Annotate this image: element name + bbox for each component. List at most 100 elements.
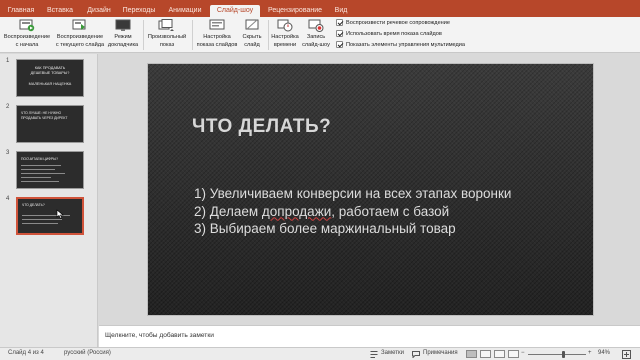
slide-editor: ЧТО ДЕЛАТЬ? 1) Увеличиваем конверсии на … (99, 54, 640, 325)
play-from-current-label-2: с текущего слайда (55, 42, 105, 49)
current-slide[interactable]: ЧТО ДЕЛАТЬ? 1) Увеличиваем конверсии на … (148, 64, 593, 315)
tab-review[interactable]: Рецензирование (264, 5, 326, 17)
play-from-current-label-1: Воспроизведение (56, 34, 104, 40)
thumb-3-line: ПОСЧИТАЕМ ЦИФРЫ? (21, 157, 59, 161)
ribbon-tab-bar: Главная Вставка Дизайн Переходы Анимации… (0, 5, 640, 17)
bullet-1: 1) Увеличиваем конверсии на всех этапах … (194, 185, 511, 203)
rehearse-timings-button[interactable]: Настройка времени (270, 19, 300, 51)
normal-view-button[interactable] (466, 350, 477, 358)
record-show-label-2: слайд-шоу (302, 42, 330, 49)
slide-number: 4 (6, 196, 10, 202)
ribbon-slideshow: Воспроизведение с начала Воспроизведение… (0, 17, 640, 53)
tab-insert[interactable]: Вставка (44, 5, 76, 17)
ribbon-divider (192, 20, 193, 50)
presenter-view-label-2: докладчика (107, 42, 139, 49)
comment-icon (412, 351, 420, 358)
thumb-2-line: ЧТО ЛУЧШЕ: НЕ НУЖНО (21, 111, 62, 115)
zoom-in-button[interactable]: + (588, 350, 592, 356)
slide-number: 2 (6, 104, 10, 110)
play-from-current-button[interactable]: Воспроизведение с текущего слайда (54, 19, 106, 51)
setup-show-icon (209, 19, 225, 30)
fit-to-window-icon[interactable] (622, 350, 631, 359)
thumb-3-text-line (21, 165, 61, 166)
slide-number: 1 (6, 58, 10, 64)
thumb-3-text-line (21, 177, 51, 178)
record-show-label-1: Запись (306, 34, 326, 40)
play-from-start-button[interactable]: Воспроизведение с начала (2, 19, 52, 51)
hide-slide-label-2: слайд (244, 42, 260, 49)
narration-checkbox[interactable] (336, 19, 343, 26)
presenter-view-icon (115, 19, 131, 31)
custom-show-icon (158, 19, 174, 31)
hide-slide-label-1: Скрыть (242, 34, 262, 40)
media-controls-checkbox[interactable] (336, 41, 343, 48)
slide-thumbnail-panel: 1 КАК ПРОДАВАТЬ ДЕШЕВЫЕ ТОВАРЫ? МАЛЕНЬКА… (0, 54, 98, 347)
tab-home[interactable]: Главная (6, 5, 36, 17)
ribbon-divider (143, 20, 144, 50)
setup-show-button[interactable]: Настройка показа слайдов (194, 19, 240, 51)
presenter-view-label-1: Режим (114, 34, 132, 40)
slide-number: 3 (6, 150, 10, 156)
media-controls-label: Показать элементы управления мультимедиа (346, 41, 466, 48)
timings-label: Использовать время показа слайдов (346, 30, 442, 37)
narration-label: Воспроизвести речевое сопровождение (346, 19, 451, 26)
thumb-1-line: ДЕШЕВЫЕ ТОВАРЫ? (30, 71, 70, 75)
thumb-1-line: КАК ПРОДАВАТЬ (34, 66, 66, 70)
slide-title[interactable]: ЧТО ДЕЛАТЬ? (192, 116, 331, 138)
comments-toggle-button[interactable]: Примечания (423, 350, 458, 356)
record-show-button[interactable]: Запись слайд-шоу (300, 19, 332, 51)
play-from-start-label-2: с начала (15, 42, 39, 49)
thumb-3-text-line (21, 169, 55, 170)
media-controls-option[interactable]: Показать элементы управления мультимедиа (336, 40, 465, 49)
slide-thumbnail-2[interactable]: ЧТО ЛУЧШЕ: НЕ НУЖНО ПРОДАВАТЬ ЧЕРЕЗ ДИРЕ… (16, 105, 84, 143)
slide-sorter-view-button[interactable] (480, 350, 491, 358)
custom-show-button[interactable]: Произвольный показ (146, 19, 188, 51)
record-icon (308, 19, 324, 32)
language-indicator[interactable]: русский (Россия) (64, 350, 111, 356)
notes-toggle-button[interactable]: Заметки (381, 350, 404, 356)
notes-pane[interactable]: Щелкните, чтобы добавить заметки (99, 325, 640, 347)
bullet-3: 3) Выбираем более маржинальный товар (194, 220, 511, 238)
play-from-start-label-1: Воспроизведение (3, 34, 51, 40)
slide-thumbnail-4[interactable]: ЧТО ДЕЛАТЬ? (16, 197, 84, 235)
tab-view[interactable]: Вид (330, 5, 352, 17)
presenter-view-button[interactable]: Режим докладчика (106, 19, 140, 51)
tab-animations[interactable]: Анимации (164, 5, 206, 17)
thumb-3-text-line (21, 173, 65, 174)
hide-slide-icon (245, 19, 259, 30)
thumb-1-line: МАЛЕНЬКАЯ НАЦЕНКА (28, 82, 72, 86)
bullet-2-text-end: , работаем с базой (331, 203, 450, 219)
zoom-level[interactable]: 94% (598, 350, 610, 356)
rehearse-timings-label-1: Настройка (271, 34, 299, 40)
slideshow-view-button[interactable] (508, 350, 519, 358)
reading-view-button[interactable] (494, 350, 505, 358)
play-from-start-icon (19, 19, 35, 32)
thumb-2-line: ПРОДАВАТЬ ЧЕРЕЗ ДИРЕКТ (21, 116, 68, 120)
slide-thumbnail-3[interactable]: ПОСЧИТАЕМ ЦИФРЫ? (16, 151, 84, 189)
setup-show-label-2: показа слайдов (196, 42, 238, 49)
zoom-slider-thumb[interactable] (561, 351, 565, 358)
play-from-current-icon (72, 19, 86, 30)
spellcheck-marked-word: допродажи (261, 203, 332, 219)
bullet-3-text: 3) Выбираем более маржинальный товар (194, 221, 456, 236)
timings-checkbox[interactable] (336, 30, 343, 37)
powerpoint-window: Главная Вставка Дизайн Переходы Анимации… (0, 0, 640, 360)
slide-thumbnail-1[interactable]: КАК ПРОДАВАТЬ ДЕШЕВЫЕ ТОВАРЫ? МАЛЕНЬКАЯ … (16, 59, 84, 97)
hide-slide-button[interactable]: Скрыть слайд (240, 19, 264, 51)
tab-slideshow[interactable]: Слайд-шоу (210, 5, 260, 17)
tab-design[interactable]: Дизайн (84, 5, 114, 17)
thumb-3-text-line (21, 181, 59, 182)
zoom-slider[interactable] (528, 354, 586, 355)
zoom-out-button[interactable]: − (521, 350, 525, 356)
slide-body[interactable]: 1) Увеличиваем конверсии на всех этапах … (194, 185, 511, 238)
mouse-cursor-icon (56, 209, 64, 219)
slide-counter: Слайд 4 из 4 (8, 350, 44, 356)
tab-transitions[interactable]: Переходы (120, 5, 158, 17)
narration-option[interactable]: Воспроизвести речевое сопровождение (336, 18, 450, 27)
stopwatch-icon (277, 19, 293, 32)
ribbon-divider (268, 20, 269, 50)
thumb-4-text-line (22, 219, 62, 220)
status-bar: Слайд 4 из 4 русский (Россия) Заметки Пр… (0, 347, 640, 360)
timings-option[interactable]: Использовать время показа слайдов (336, 29, 442, 38)
bullet-1-text: 1) Увеличиваем конверсии на всех этапах … (194, 186, 512, 201)
